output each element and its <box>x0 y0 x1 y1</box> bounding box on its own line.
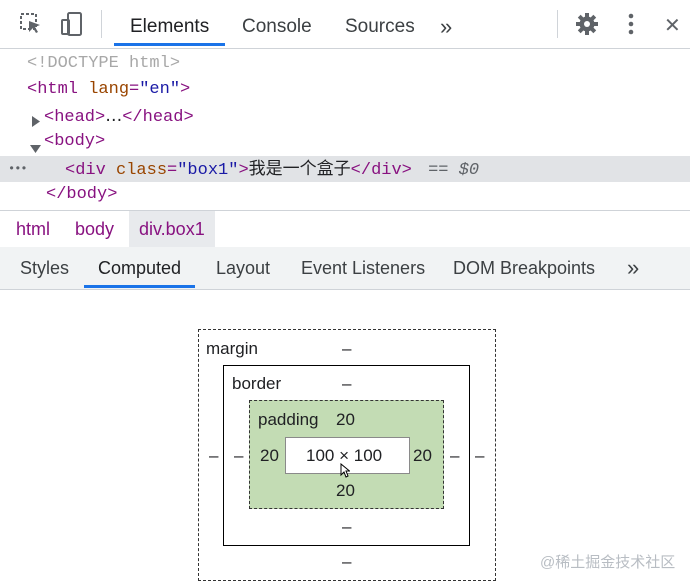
close-icon[interactable]: ✕ <box>664 0 681 46</box>
toolbar-separator <box>557 10 558 38</box>
div-attr-value: "box1" <box>177 161 239 180</box>
doctype-node: <!DOCTYPE html> <box>27 54 181 73</box>
tree-line-div-selected[interactable]: ••• <div class="box1">我是一个盒子</div> == $0 <box>0 156 690 182</box>
watermark-text: @稀土掘金技术社区 <box>540 554 676 571</box>
elements-subtabs: Styles Computed Layout Event Listeners D… <box>0 247 690 290</box>
div-text-content: 我是一个盒子 <box>248 159 351 179</box>
breadcrumb: html body div.box1 <box>0 210 690 248</box>
div-tag-name: div <box>75 161 106 180</box>
padding-label: padding <box>258 410 319 429</box>
border-left-value[interactable]: – <box>234 446 243 466</box>
margin-right-value[interactable]: – <box>475 446 484 466</box>
body-close-tag-name: body <box>66 185 108 204</box>
border-bottom-value[interactable]: – <box>342 517 351 537</box>
selected-node-marker: == $0 <box>428 161 480 180</box>
inspect-element-icon[interactable] <box>17 10 45 38</box>
tree-line-head[interactable]: <head>…</head> <box>0 103 690 129</box>
tab-elements[interactable]: Elements <box>114 0 226 46</box>
tab-event-listeners[interactable]: Event Listeners <box>301 247 425 287</box>
padding-left-value[interactable]: 20 <box>260 446 279 466</box>
html-attr-name: lang <box>88 80 130 99</box>
padding-right-value[interactable]: 20 <box>413 446 432 466</box>
html-tag-name: html <box>37 80 79 99</box>
div-attr-name: class <box>116 161 168 180</box>
settings-gear-icon[interactable] <box>573 10 601 38</box>
devtools-toolbar: Elements Console Sources » ✕ <box>0 0 690 49</box>
tree-line-html[interactable]: <html lang="en"> <box>0 77 690 103</box>
breadcrumb-div-box1[interactable]: div.box1 <box>129 211 215 247</box>
body-tag-name: body <box>54 132 96 151</box>
padding-bottom-value[interactable]: 20 <box>336 481 355 501</box>
head-tag-name: head <box>54 108 96 127</box>
margin-left-value[interactable]: – <box>209 446 218 466</box>
tree-line-body[interactable]: <body> <box>0 129 690 155</box>
toolbar-separator <box>101 10 102 38</box>
tab-sources[interactable]: Sources <box>345 0 415 46</box>
div-close-tag-name: div <box>371 161 402 180</box>
tab-layout[interactable]: Layout <box>216 247 270 287</box>
border-right-value[interactable]: – <box>450 446 459 466</box>
dom-tree: <!DOCTYPE html> <html lang="en"> <head>…… <box>0 49 690 209</box>
mouse-cursor-icon <box>340 462 351 483</box>
margin-bottom-value[interactable]: – <box>342 552 351 572</box>
border-label: border <box>232 374 282 393</box>
tab-console[interactable]: Console <box>242 0 312 46</box>
html-attr-value: "en" <box>139 80 181 99</box>
more-tabs-icon[interactable]: » <box>440 0 452 46</box>
breadcrumb-html[interactable]: html <box>16 211 50 247</box>
margin-top-value[interactable]: – <box>342 339 351 359</box>
breadcrumb-body[interactable]: body <box>75 211 114 247</box>
row-options-dots-icon[interactable]: ••• <box>8 156 28 182</box>
device-toolbar-icon[interactable] <box>58 10 86 38</box>
margin-label: margin <box>206 339 258 358</box>
padding-top-value[interactable]: 20 <box>336 410 355 430</box>
head-close-tag-name: head <box>142 108 184 127</box>
tree-line-body-close[interactable]: </body> <box>0 182 690 208</box>
border-top-value[interactable]: – <box>342 374 351 394</box>
more-subtabs-icon[interactable]: » <box>627 247 639 287</box>
head-collapsed-ellipsis[interactable]: … <box>105 106 122 126</box>
tab-styles[interactable]: Styles <box>20 247 69 287</box>
tab-computed[interactable]: Computed <box>84 247 196 288</box>
tree-line-doctype[interactable]: <!DOCTYPE html> <box>0 51 690 77</box>
tab-dom-breakpoints[interactable]: DOM Breakpoints <box>453 247 595 287</box>
more-options-icon[interactable] <box>617 10 645 38</box>
